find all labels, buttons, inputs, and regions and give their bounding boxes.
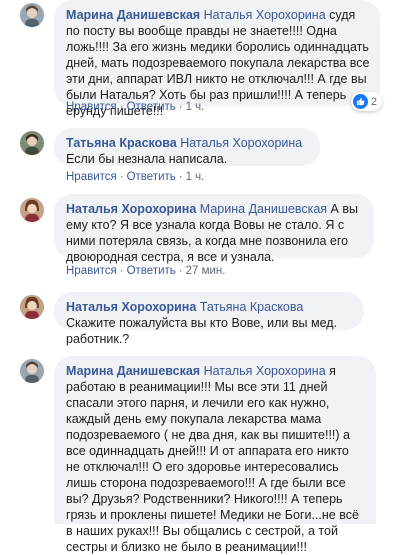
reactions-badge[interactable]: 2 xyxy=(350,92,382,111)
comment-author[interactable]: Марина Данишевская xyxy=(66,364,200,378)
comment-bubble: Марина Данишевская Наталья Хорохорина я … xyxy=(54,356,376,554)
like-icon xyxy=(352,94,368,109)
comment-text: Скажите пожалуйста вы кто Вове, или вы м… xyxy=(66,316,338,346)
comment-mention[interactable]: Наталья Хорохорина xyxy=(204,8,326,22)
avatar[interactable] xyxy=(20,198,44,222)
comment-author[interactable]: Наталья Хорохорина xyxy=(66,300,196,314)
separator: · xyxy=(178,171,183,183)
comment-mention[interactable]: Татьяна Краскова xyxy=(200,300,304,314)
separator: · xyxy=(119,265,124,277)
comment-actions: Нравится · Ответить · 27 мин. xyxy=(66,264,225,278)
reactions-count: 2 xyxy=(370,95,377,108)
comment-time[interactable]: 1 ч. xyxy=(186,171,205,183)
avatar[interactable] xyxy=(20,131,44,155)
comment-author[interactable]: Марина Данишевская xyxy=(66,8,200,22)
comment-time[interactable]: 27 мин. xyxy=(186,265,226,277)
like-link[interactable]: Нравится xyxy=(66,265,117,277)
reply-link[interactable]: Ответить xyxy=(127,101,176,113)
comment-bubble: Наталья Хорохорина Марина Данишевская А … xyxy=(54,194,374,264)
comment-bubble: Наталья Хорохорина Татьяна Краскова Скаж… xyxy=(54,292,364,346)
comment-author[interactable]: Татьяна Краскова xyxy=(66,136,177,150)
avatar[interactable] xyxy=(20,3,44,27)
like-link[interactable]: Нравится xyxy=(66,171,117,183)
comment-time[interactable]: 1 ч. xyxy=(186,101,205,113)
comment-author[interactable]: Наталья Хорохорина xyxy=(66,202,196,216)
comment-text: Если бы незнала написала. xyxy=(66,152,228,166)
comment-bubble: Марина Данишевская Наталья Хорохорина су… xyxy=(54,0,380,118)
avatar[interactable] xyxy=(20,295,44,319)
separator: · xyxy=(119,171,124,183)
comment-actions: Нравится · Ответить · 1 ч. xyxy=(66,170,204,184)
comment-mention[interactable]: Марина Данишевская xyxy=(200,202,327,216)
avatar[interactable] xyxy=(20,359,44,383)
comment-bubble: Татьяна Краскова Наталья Хорохорина Если… xyxy=(54,128,320,166)
reply-link[interactable]: Ответить xyxy=(127,171,176,183)
reply-link[interactable]: Ответить xyxy=(127,265,176,277)
like-link[interactable]: Нравится xyxy=(66,101,117,113)
comment-mention[interactable]: Наталья Хорохорина xyxy=(204,364,326,378)
comment-actions: Нравится · Ответить · 1 ч. xyxy=(66,100,204,114)
separator: · xyxy=(178,265,183,277)
separator: · xyxy=(119,101,124,113)
comment-text: я работаю в реанимации!!! Мы все эти 11 … xyxy=(66,364,359,554)
comment-mention[interactable]: Наталья Хорохорина xyxy=(180,136,302,150)
separator: · xyxy=(178,101,183,113)
